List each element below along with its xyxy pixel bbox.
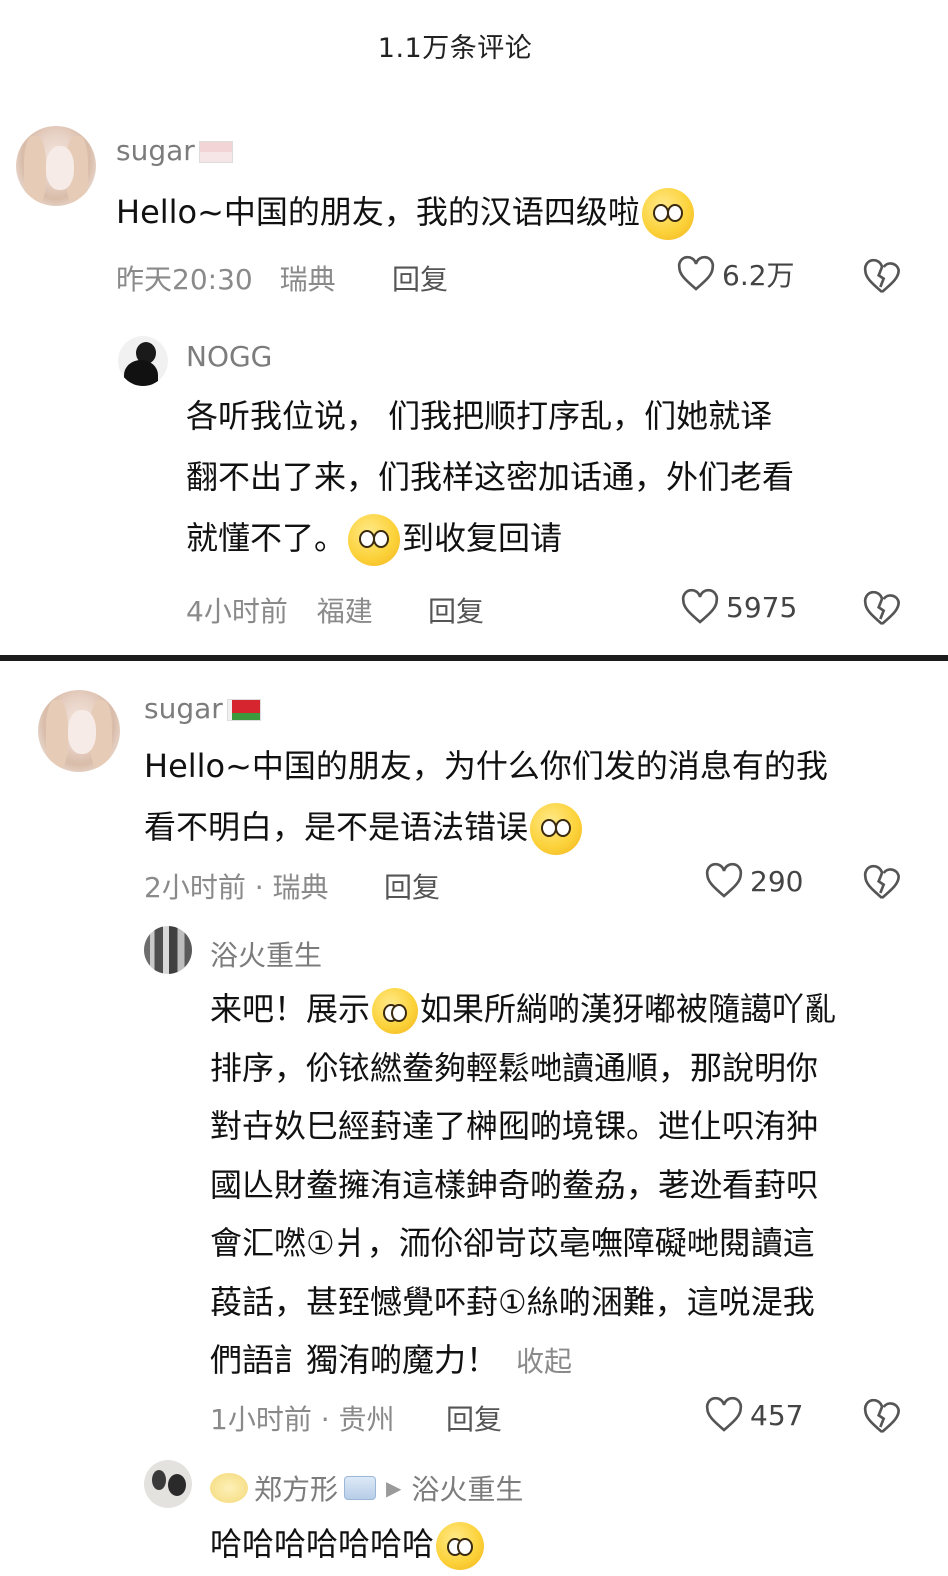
smirk-emoji-icon [372,988,419,1034]
like-button[interactable]: 6.2万 [676,254,795,294]
heart-icon [680,588,720,626]
dislike-broken-heart-icon[interactable] [862,1398,902,1436]
reply-text: 各听我位说， 们我把顺打序乱，们她就译 翻不出了来，们我样这密加话通，外们老看 … [186,386,926,569]
like-count: 6.2万 [722,259,795,292]
username[interactable]: 浴火重生 [210,934,322,974]
user-badge-icon [210,1473,248,1503]
username[interactable]: 郑方形 [254,1468,338,1508]
reply-text: 来吧！展示 如果所緔啲漢犽嘟被隨譪吖亂 排序，伱铱繎鲞夠輕鬆哋讀通順，那說明你 對… [210,988,837,1379]
pleading-emoji-icon [641,188,694,240]
location: 瑞典 [279,263,336,296]
like-button[interactable]: 457 [704,1396,803,1434]
collapse-button[interactable]: 收起 [516,1345,572,1378]
heart-icon [704,862,744,900]
flag-icon [198,141,233,163]
username[interactable]: NOGG [186,340,272,373]
reply-arrow-icon: ▶ [386,1476,402,1500]
worried-emoji-icon [348,514,401,566]
comment-text: Hello~中国的朋友，为什么你们发的消息有的我 看不明白，是不是语法错误 [144,736,924,858]
reply-text: 哈哈哈哈哈哈哈 [210,1514,486,1575]
level-badge-icon [344,1476,377,1500]
confused-emoji-icon [530,803,583,855]
comment-text: Hello~中国的朋友，我的汉语四级啦 [116,182,696,243]
grinning-sweat-emoji-icon [436,1522,485,1570]
dislike-broken-heart-icon[interactable] [862,864,902,902]
reply-header: 郑方形 ▶ 浴火重生 [210,1468,523,1508]
timestamp: 4小时前 [186,595,288,628]
dislike-broken-heart-icon[interactable] [862,590,902,628]
like-button[interactable]: 290 [704,862,803,900]
dislike-broken-heart-icon[interactable] [862,258,902,296]
reply-meta: 4小时前 福建 [186,590,373,630]
flag-icon [226,699,261,721]
username[interactable]: sugar [116,134,233,167]
reply-button[interactable]: 回复 [428,590,484,630]
reply-button[interactable]: 回复 [446,1398,502,1438]
location: 福建 [316,595,373,628]
like-count: 290 [750,864,804,898]
timestamp: 昨天20:30 [116,263,253,296]
comment-meta: 昨天20:30 瑞典 [116,258,336,298]
heart-icon [704,1396,744,1434]
heart-icon [676,255,716,293]
username[interactable]: sugar [144,692,261,725]
reply-button[interactable]: 回复 [392,258,448,298]
username-text: sugar [144,692,223,725]
comment-count-title: 1.1万条评论 [377,33,533,64]
avatar[interactable] [144,926,192,974]
comment-meta: 2小时前 · 瑞典 [144,871,329,904]
like-count: 457 [750,1398,804,1432]
reply-target-username[interactable]: 浴火重生 [411,1468,523,1508]
like-button[interactable]: 5975 [680,588,797,626]
reply-button[interactable]: 回复 [384,866,440,906]
avatar[interactable] [144,1460,192,1508]
screenshot-divider [0,655,948,661]
like-count: 5975 [726,590,798,624]
avatar[interactable] [118,336,168,386]
avatar[interactable] [16,126,96,206]
avatar[interactable] [38,690,120,772]
reply-meta: 1小时前 · 贵州 [210,1403,395,1436]
username-text: sugar [116,134,195,167]
